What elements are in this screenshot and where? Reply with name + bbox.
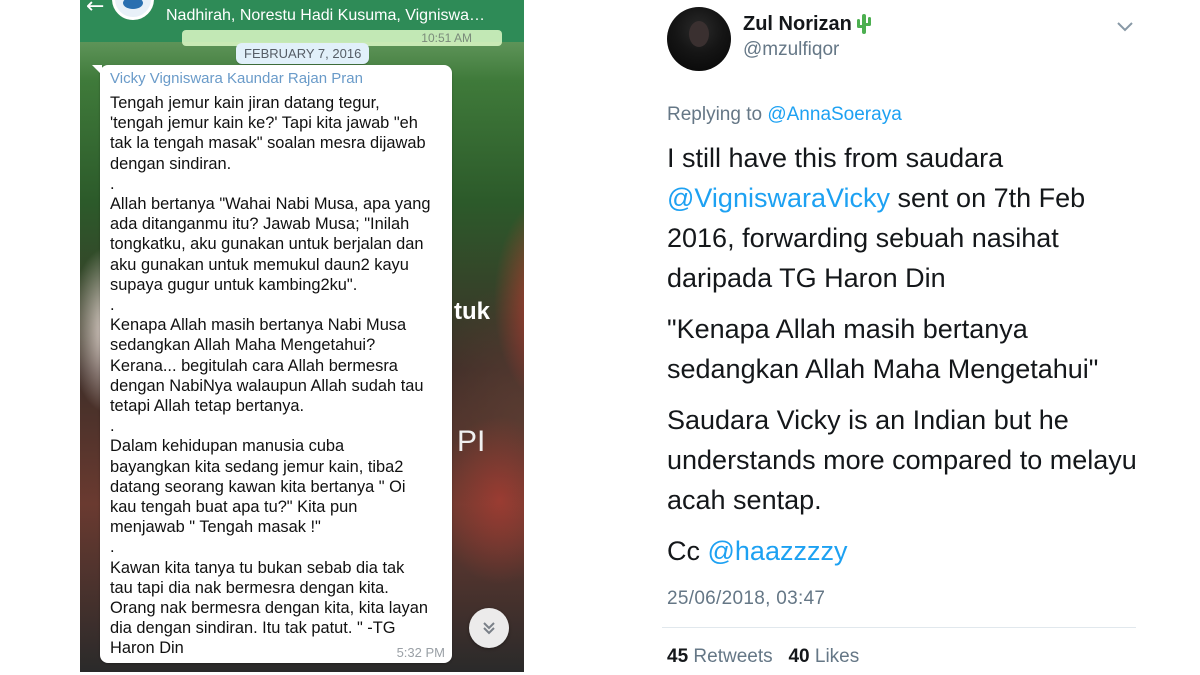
avatar[interactable] [667,7,731,71]
message-sender[interactable]: Vicky Vigniswara Kaundar Rajan Pran [110,70,442,88]
tweet-paragraph: Saudara Vicky is an Indian but he unders… [667,405,1137,515]
tweet-text-segment: I still have this from saudara [667,143,1004,173]
retweets-count[interactable]: 45 [667,646,688,667]
mention-link[interactable]: @haazzzzy [708,536,848,566]
likes-label[interactable]: Likes [815,646,859,667]
display-name[interactable]: Zul Norizan [743,13,852,36]
replying-to-label: Replying to [667,104,763,125]
divider [662,627,1136,628]
cc-prefix: Cc [667,536,708,566]
user-handle[interactable]: @mzulfiqor [743,39,839,61]
previous-message-time: 10:51 AM [421,31,472,45]
tweet-timestamp[interactable]: 25/06/2018, 03:47 [667,588,825,610]
date-divider: FEBRUARY 7, 2016 [236,43,370,64]
mention-link[interactable]: @VigniswaraVicky [667,183,890,213]
likes-count[interactable]: 40 [788,646,809,667]
tweet-stats: 45 Retweets 40 Likes [667,646,859,668]
replying-to: Replying to @AnnaSoeraya [667,104,902,126]
tweet-paragraph: I still have this from saudara @Vigniswa… [667,138,1137,298]
cactus-icon [857,14,871,34]
background-sign-text: PI [457,425,486,458]
whatsapp-screenshot: tuk PI ← Nadhirah, Norestu Hadi Kusuma, … [80,0,524,672]
tweet-card: Zul Norizan @mzulfiqor Replying to @Anna… [662,0,1140,675]
back-arrow-icon[interactable]: ← [86,0,110,19]
tweet-paragraph: Cc @haazzzzy [667,531,1137,571]
tweet-paragraph: "Kenapa Allah masih bertanya sedangkan A… [667,314,1099,384]
chevron-double-down-icon[interactable] [469,608,509,648]
retweets-label[interactable]: Retweets [693,646,772,667]
message-bubble[interactable]: Vicky Vigniswara Kaundar Rajan Pran Teng… [92,65,452,663]
background-sign-text: tuk [454,298,490,325]
chevron-down-icon[interactable] [1116,21,1134,33]
tweet-text: I still have this from saudara @Vigniswa… [667,138,1137,582]
message-time: 5:32 PM [396,645,445,660]
replying-to-handle[interactable]: @AnnaSoeraya [767,104,901,125]
group-avatar[interactable] [112,0,154,20]
message-text: Tengah jemur kain jiran datang tegur, 't… [110,94,431,658]
group-participants[interactable]: Nadhirah, Norestu Hadi Kusuma, Vigniswa… [166,7,496,25]
